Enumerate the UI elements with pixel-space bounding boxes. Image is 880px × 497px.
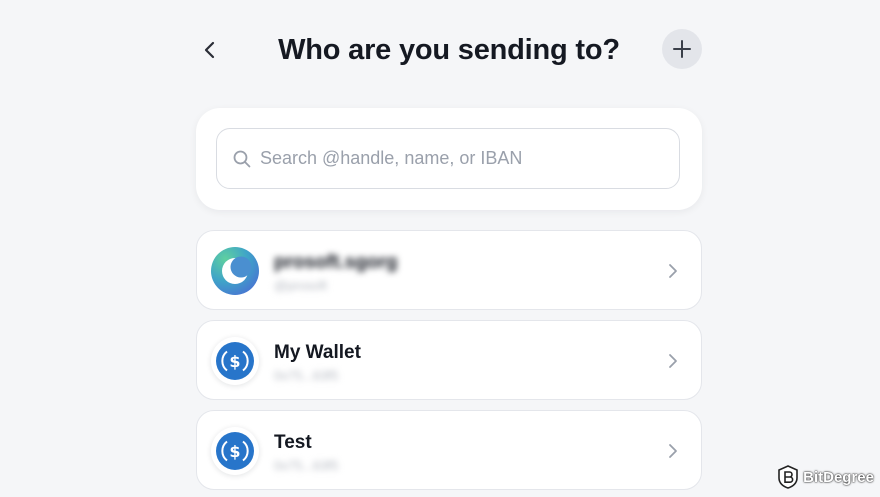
page-title: Who are you sending to? xyxy=(278,34,620,66)
chevron-right-icon xyxy=(665,262,681,280)
avatar: $ xyxy=(211,337,259,385)
plus-icon xyxy=(673,40,691,58)
chevron-right-icon xyxy=(665,352,681,370)
watermark-text: BitDegree xyxy=(803,468,874,486)
usdc-icon: $ xyxy=(216,432,254,470)
bitdegree-logo-icon xyxy=(778,465,798,489)
recipient-item[interactable]: $ Test 0x75...63f5 xyxy=(196,410,702,490)
search-input[interactable] xyxy=(259,148,679,169)
add-recipient-button[interactable] xyxy=(662,29,702,69)
recipient-name: My Wallet xyxy=(274,342,361,363)
moon-avatar-icon xyxy=(222,256,252,284)
avatar xyxy=(211,247,259,295)
usdc-icon: $ xyxy=(216,342,254,380)
search-field[interactable] xyxy=(216,128,680,189)
search-icon xyxy=(233,150,251,167)
recipient-name: prosoft.sgorg xyxy=(274,252,398,273)
recipient-name: Test xyxy=(274,432,312,453)
header: Who are you sending to? xyxy=(196,22,702,78)
recipient-item[interactable]: $ My Wallet 0x75...63f5 xyxy=(196,320,702,400)
recipient-address: 0x75...63f5 xyxy=(274,458,339,473)
svg-text:$: $ xyxy=(229,442,240,461)
svg-text:$: $ xyxy=(229,352,240,371)
search-card xyxy=(196,108,702,210)
avatar: $ xyxy=(211,427,259,475)
recipient-address: 0x75...63f5 xyxy=(274,368,339,383)
recipient-handle: @prosoft xyxy=(274,278,327,293)
chevron-right-icon xyxy=(665,442,681,460)
recipient-item[interactable]: prosoft.sgorg @prosoft xyxy=(196,230,702,310)
watermark: BitDegree xyxy=(777,465,874,489)
